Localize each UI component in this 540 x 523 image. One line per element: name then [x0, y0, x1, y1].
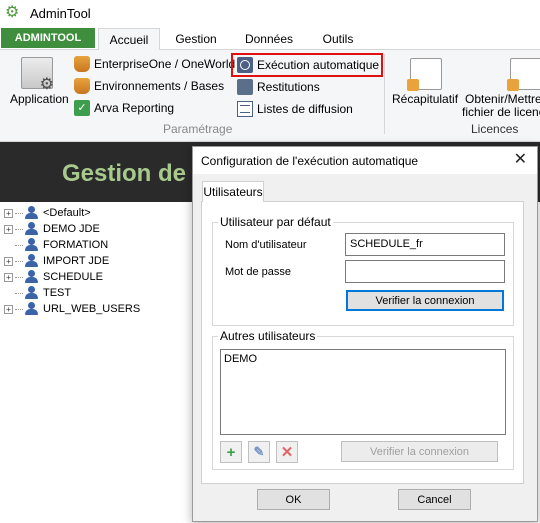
expand-icon[interactable]: + [4, 208, 13, 218]
list-item[interactable]: DEMO [221, 350, 505, 368]
obtenir-licence-label-line1[interactable]: Obtenir/Mettre [465, 92, 540, 106]
default-user-legend: Utilisateur par défaut [218, 215, 333, 229]
checkmark-icon: ✓ [74, 100, 90, 116]
tab-accueil[interactable]: Accueil [98, 28, 160, 50]
tab-outils[interactable]: Outils [312, 28, 364, 50]
default-user-group: Utilisateur par défaut Nom d'utilisateur… [212, 215, 514, 326]
ribbon-separator [384, 54, 385, 134]
restitutions-button[interactable]: Restitutions [237, 79, 320, 95]
add-icon[interactable]: + [220, 441, 242, 463]
user-group-icon [25, 222, 39, 236]
username-field[interactable]: SCHEDULE_fr [345, 233, 505, 256]
tree-item[interactable]: + <Default> [4, 205, 140, 221]
group-label-parametrage: Paramétrage [163, 122, 233, 136]
close-icon[interactable]: ✕ [514, 151, 527, 169]
delete-icon[interactable]: ✕ [276, 441, 298, 463]
user-group-icon [25, 302, 39, 316]
recapitulatif-icon[interactable] [407, 58, 442, 91]
obtenir-licence-label-line2[interactable]: fichier de licenc [462, 105, 540, 119]
password-label: Mot de passe [225, 266, 292, 278]
arva-reporting-label: Arva Reporting [94, 101, 175, 115]
gear-icon: ⚙ [5, 4, 20, 21]
tree-item-label: URL_WEB_USERS [43, 303, 141, 315]
tree-item[interactable]: + URL_WEB_USERS [4, 301, 140, 317]
tree-item[interactable]: + SCHEDULE [4, 269, 140, 285]
dialog-titlebar: Configuration de l'exécution automatique… [193, 147, 537, 174]
tab-gestion[interactable]: Gestion [164, 28, 228, 50]
ok-button[interactable]: OK [257, 489, 330, 510]
environment-tree[interactable]: + <Default> + DEMO JDE FORMATION + IMPORT J… [4, 205, 140, 317]
tree-item-label: IMPORT JDE [43, 255, 110, 267]
password-field[interactable] [345, 260, 505, 283]
enterprise-one-label: EnterpriseOne / OneWorld [94, 57, 236, 71]
other-users-group: Autres utilisateurs DEMO + ✎ ✕ Verifier … [212, 329, 514, 470]
expand-icon[interactable]: + [4, 256, 13, 266]
list-icon [237, 101, 253, 117]
tree-item-label: DEMO JDE [43, 223, 100, 235]
license-file-icon[interactable] [507, 58, 540, 91]
tree-item[interactable]: FORMATION [4, 237, 140, 253]
username-label: Nom d'utilisateur [225, 239, 307, 251]
admintool-menu-tab[interactable]: ADMINTOOL [1, 28, 95, 48]
expand-icon[interactable]: + [4, 272, 13, 282]
app-title: AdminTool [30, 5, 91, 21]
edit-pencil-icon[interactable]: ✎ [248, 441, 270, 463]
verify-connection-button[interactable]: Verifier la connexion [346, 290, 504, 311]
user-group-icon [25, 238, 39, 252]
tree-item-label: SCHEDULE [43, 271, 103, 283]
arva-reporting-button[interactable]: ✓ Arva Reporting [74, 100, 174, 116]
expand-icon[interactable]: + [4, 224, 13, 234]
verify-connection-others-button[interactable]: Verifier la connexion [341, 441, 498, 462]
tab-donnees[interactable]: Données [234, 28, 304, 50]
user-group-icon [25, 270, 39, 284]
application-icon[interactable] [21, 57, 54, 94]
other-users-list[interactable]: DEMO [220, 349, 506, 435]
user-group-icon [25, 206, 39, 220]
tree-item[interactable]: TEST [4, 285, 140, 301]
expand-icon[interactable]: + [4, 304, 13, 314]
application-button-label[interactable]: Application [10, 92, 69, 106]
database-icon [74, 78, 90, 94]
app-titlebar: ⚙ AdminTool [0, 0, 540, 26]
tab-panel-utilisateurs: Utilisateur par défaut Nom d'utilisateur… [201, 201, 524, 484]
other-users-legend: Autres utilisateurs [218, 329, 318, 343]
cancel-button[interactable]: Cancel [398, 489, 471, 510]
highlight-frame [231, 53, 383, 77]
restitutions-label: Restitutions [257, 80, 320, 94]
tree-item[interactable]: + IMPORT JDE [4, 253, 140, 269]
database-icon [74, 56, 90, 72]
environnements-button[interactable]: Environnements / Bases [74, 78, 224, 94]
enterprise-one-button[interactable]: EnterpriseOne / OneWorld [74, 56, 235, 72]
listes-diffusion-button[interactable]: Listes de diffusion [237, 101, 353, 117]
tree-item-label: FORMATION [43, 239, 109, 251]
tree-item-label: <Default> [43, 207, 91, 219]
dialog-title: Configuration de l'exécution automatique [201, 154, 419, 168]
banner-title: Gestion de [62, 160, 187, 187]
config-dialog: Configuration de l'exécution automatique… [192, 146, 538, 522]
tab-utilisateurs[interactable]: Utilisateurs [202, 181, 264, 202]
ribbon-tab-bar: ADMINTOOL Accueil Gestion Données Outils [0, 26, 540, 50]
recapitulatif-label[interactable]: Récapitulatif [392, 92, 458, 106]
environnements-label: Environnements / Bases [94, 79, 225, 93]
listes-diffusion-label: Listes de diffusion [257, 102, 353, 116]
printer-icon [237, 79, 253, 95]
group-label-licences: Licences [471, 122, 519, 136]
user-group-icon [25, 286, 39, 300]
tree-item-label: TEST [43, 287, 72, 299]
tree-item[interactable]: + DEMO JDE [4, 221, 140, 237]
user-group-icon [25, 254, 39, 268]
